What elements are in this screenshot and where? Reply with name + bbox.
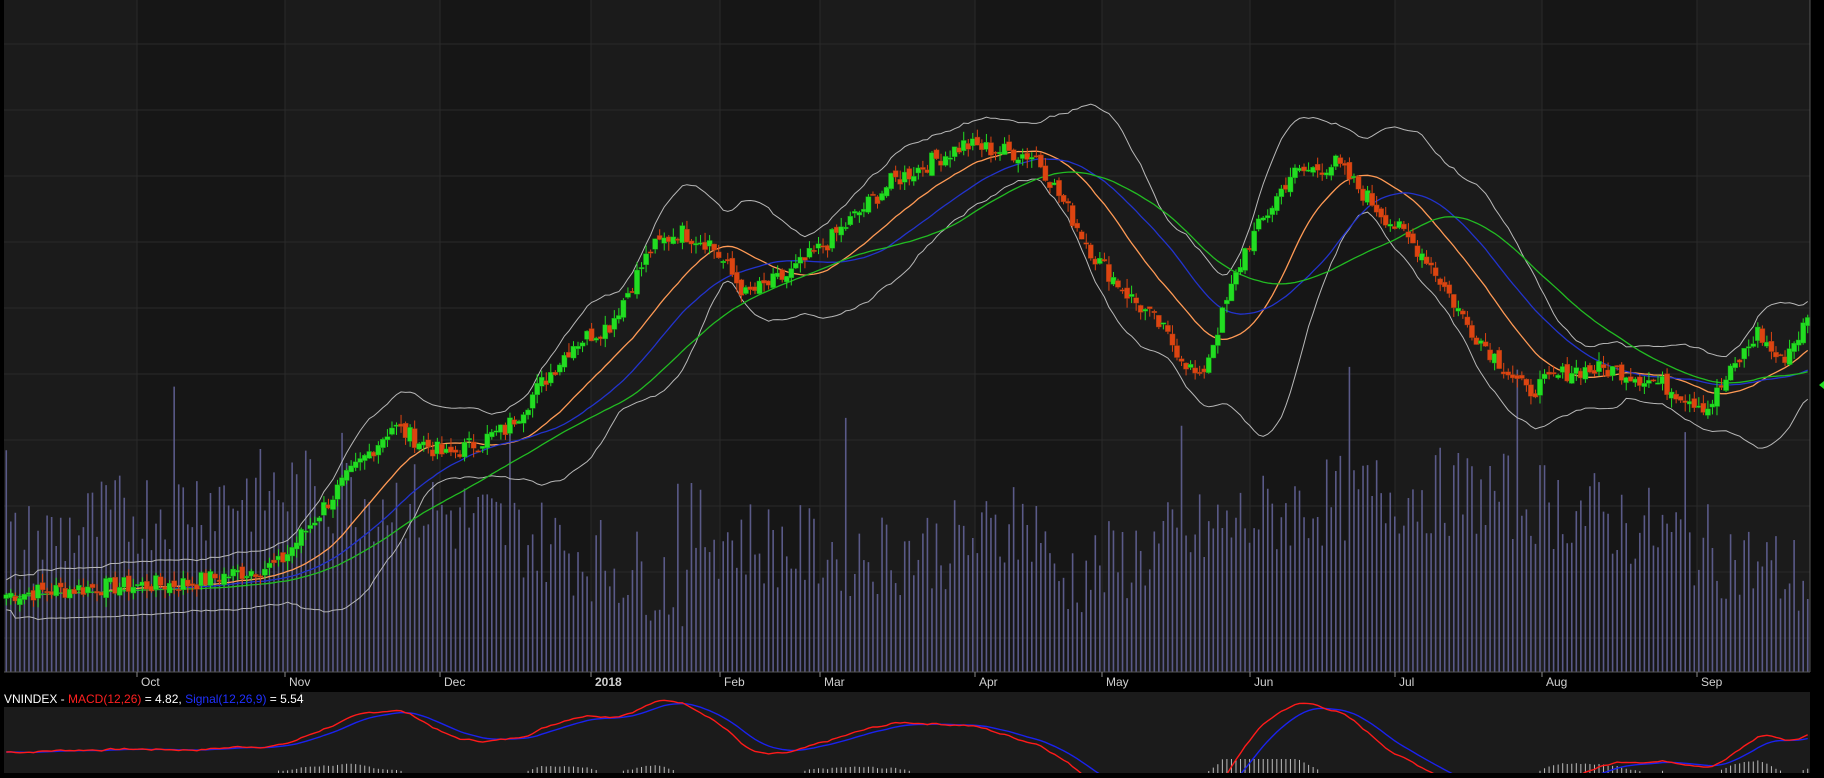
macd-legend-sep: -	[57, 692, 68, 706]
x-tick-label: Apr	[979, 675, 998, 689]
x-tick-label: Sep	[1701, 675, 1723, 689]
x-tick-label: Oct	[141, 675, 160, 689]
x-tick-label: Jun	[1254, 675, 1273, 689]
candle	[1087, 242, 1094, 261]
candle	[933, 148, 940, 160]
x-tick-label: Nov	[289, 675, 310, 689]
x-tick-label: Feb	[724, 675, 745, 689]
macd-legend-symbol: VNINDEX	[4, 692, 57, 706]
x-tick-label: Mar	[824, 675, 845, 689]
candle	[865, 194, 872, 215]
candle	[1210, 344, 1217, 359]
candle	[1219, 306, 1226, 333]
macd-legend-signal-label: Signal(12,26,9)	[185, 692, 266, 706]
x-tick-label: 2018	[595, 675, 622, 689]
candle	[1242, 247, 1248, 274]
candle	[1156, 315, 1162, 330]
price-chart[interactable]: Oct Nov Dec 2018 Feb Mar Apr May Jun Jul Aug Sep VN…	[0, 0, 1824, 778]
macd-legend: VNINDEX - MACD(12,26) = 4.82, Signal(12,…	[4, 692, 304, 706]
candle	[1496, 347, 1502, 370]
x-tick-label: Dec	[444, 675, 465, 689]
chart-window: Oct Nov Dec 2018 Feb Mar Apr May Jun Jul Aug Sep VN…	[0, 0, 1824, 778]
x-tick-label: May	[1106, 675, 1129, 689]
x-tick-label: Jul	[1399, 675, 1414, 689]
macd-legend-macd-label: MACD(12,26)	[68, 692, 141, 706]
macd-legend-signal-value: = 5.54	[266, 692, 303, 706]
month-band	[1542, 0, 1697, 672]
x-tick-label: Aug	[1546, 675, 1567, 689]
month-band	[975, 0, 1102, 672]
month-band	[720, 0, 820, 672]
macd-legend-macd-value: = 4.82,	[141, 692, 185, 706]
